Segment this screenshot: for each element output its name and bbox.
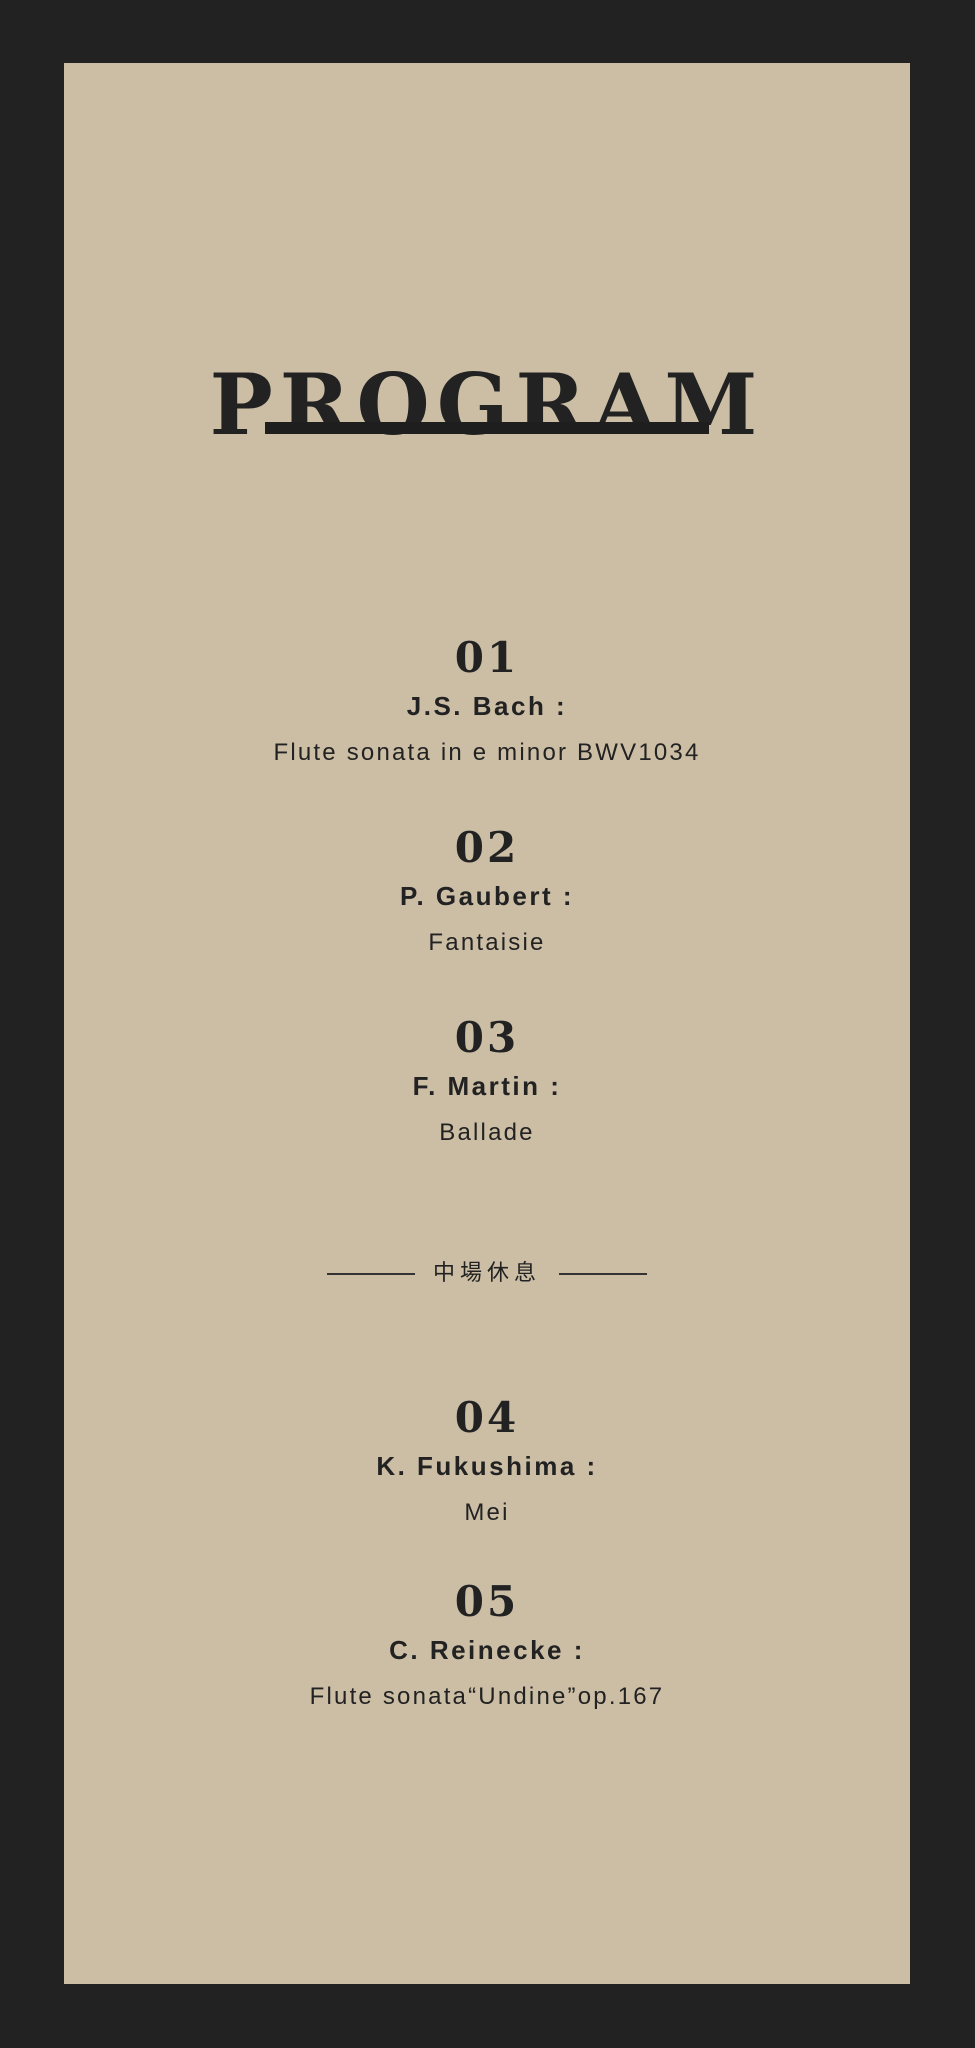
- item-number: 02: [454, 823, 520, 872]
- divider-line-right: [559, 1273, 647, 1275]
- program-item-02: 02 P. Gaubert : Fantaisie: [64, 827, 910, 955]
- intermission-divider: 中場休息: [64, 1263, 910, 1285]
- item-work: Flute sonata in e minor BWV1034: [273, 739, 701, 766]
- item-composer: P. Gaubert :: [399, 881, 574, 911]
- program-item-03: 03 F. Martin : Ballade: [64, 1017, 910, 1145]
- item-number: 04: [454, 1393, 520, 1442]
- divider-line-left: [326, 1273, 415, 1275]
- item-work: Ballade: [439, 1119, 535, 1146]
- item-number: 05: [454, 1577, 520, 1626]
- program-item-04: 04 K. Fukushima : Mei: [64, 1397, 910, 1525]
- item-work: Flute sonata“Undine”op.167: [309, 1683, 665, 1710]
- item-work: Fantaisie: [428, 929, 546, 956]
- item-composer: J.S. Bach :: [406, 691, 568, 721]
- item-composer: K. Fukushima :: [376, 1451, 598, 1481]
- program-item-05: 05 C. Reinecke : Flute sonata“Undine”op.…: [64, 1581, 910, 1709]
- item-composer: F. Martin :: [412, 1071, 562, 1101]
- item-number: 01: [454, 633, 520, 682]
- program-panel: PROGRAM 01 J.S. Bach : Flute sonata in e…: [64, 63, 910, 1984]
- item-number: 03: [454, 1013, 520, 1062]
- program-item-01: 01 J.S. Bach : Flute sonata in e minor B…: [64, 637, 910, 765]
- program-title: PROGRAM: [209, 355, 765, 454]
- title-underline: [265, 422, 709, 434]
- item-work: Mei: [464, 1499, 510, 1526]
- item-composer: C. Reinecke :: [389, 1635, 585, 1665]
- intermission-label: 中場休息: [432, 1261, 541, 1286]
